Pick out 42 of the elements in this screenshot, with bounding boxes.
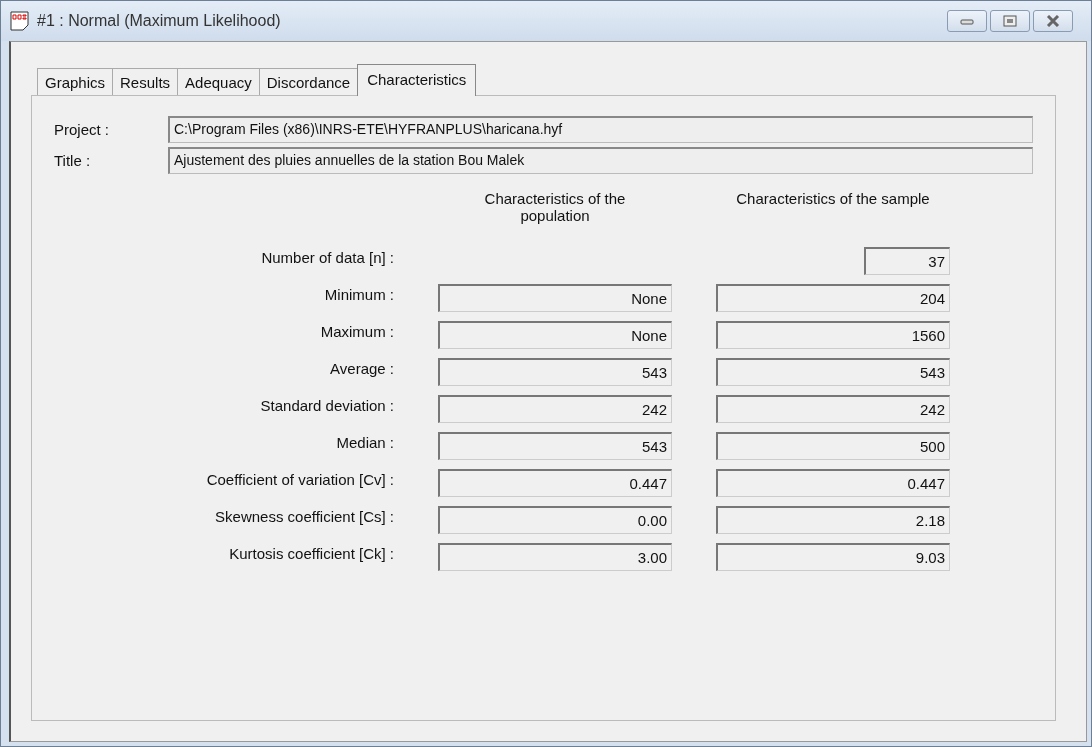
value-field: 543	[438, 358, 672, 386]
text-field[interactable]: C:\Program Files (x86)\INRS-ETE\HYFRANPLUS\haricana.hyf	[168, 116, 1033, 143]
close-icon	[1046, 15, 1060, 27]
row-label: Coefficient of variation [Cv] :	[205, 470, 394, 488]
row-label: Average :	[329, 359, 394, 377]
text-field[interactable]: Ajustement des pluies annuelles de la station Bou Malek	[168, 147, 1033, 174]
column-header: Characteristics of the sample	[736, 190, 930, 207]
row-label: Number of data [n] :	[260, 248, 394, 266]
value-field: 0.447	[438, 469, 672, 497]
value-field: 242	[438, 395, 672, 423]
value-field: None	[438, 321, 672, 349]
row-label: Maximum :	[319, 322, 394, 340]
value-field: 9.03	[716, 543, 950, 571]
row-label: Minimum :	[323, 285, 394, 303]
value-field: 204	[716, 284, 950, 312]
value-field: None	[438, 284, 672, 312]
tab[interactable]: Characteristics	[357, 64, 477, 96]
value-field: 37	[864, 247, 950, 275]
maximize-button[interactable]	[990, 10, 1030, 32]
value-field: 3.00	[438, 543, 672, 571]
field-label: Title :	[54, 152, 92, 169]
row-label: Median :	[335, 433, 394, 451]
row-label: Kurtosis coefficient [Ck] :	[228, 544, 394, 562]
value-field: 543	[716, 358, 950, 386]
value-field: 2.18	[716, 506, 950, 534]
row-label: Standard deviation :	[259, 396, 394, 414]
value-field: 1560	[716, 321, 950, 349]
column-header: Characteristics of the population	[483, 190, 627, 224]
minimize-icon	[960, 16, 974, 26]
field-label: Project :	[54, 121, 111, 138]
minimize-button[interactable]	[947, 10, 987, 32]
window-title: #1 : Normal (Maximum Likelihood)	[37, 12, 282, 30]
value-field: 500	[716, 432, 950, 460]
document-icon	[9, 10, 31, 32]
row-label: Skewness coefficient [Cs] :	[214, 507, 394, 525]
value-field: 0.00	[438, 506, 672, 534]
tab[interactable]: Graphics	[37, 68, 114, 95]
maximize-icon	[1003, 15, 1017, 27]
value-field: 242	[716, 395, 950, 423]
close-button[interactable]	[1033, 10, 1073, 32]
value-field: 0.447	[716, 469, 950, 497]
value-field: 543	[438, 432, 672, 460]
